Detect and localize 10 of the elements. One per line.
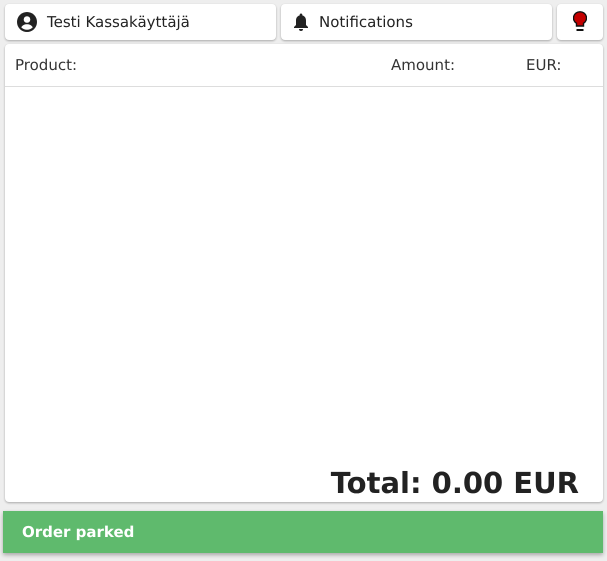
column-header: Product: [15,56,78,74]
user-button[interactable]: Testi Kassakäyttäjä [5,4,276,40]
bell-icon [293,13,309,31]
status-light-button[interactable] [557,4,603,40]
snackbar-message: Order parked [3,511,603,553]
column-header: Amount: [391,56,456,74]
order-total: Total: 0.00 EUR [330,466,580,502]
notifications-button[interactable]: Notifications [281,4,552,40]
column-header: EUR: [526,56,562,74]
user-icon [17,12,37,32]
